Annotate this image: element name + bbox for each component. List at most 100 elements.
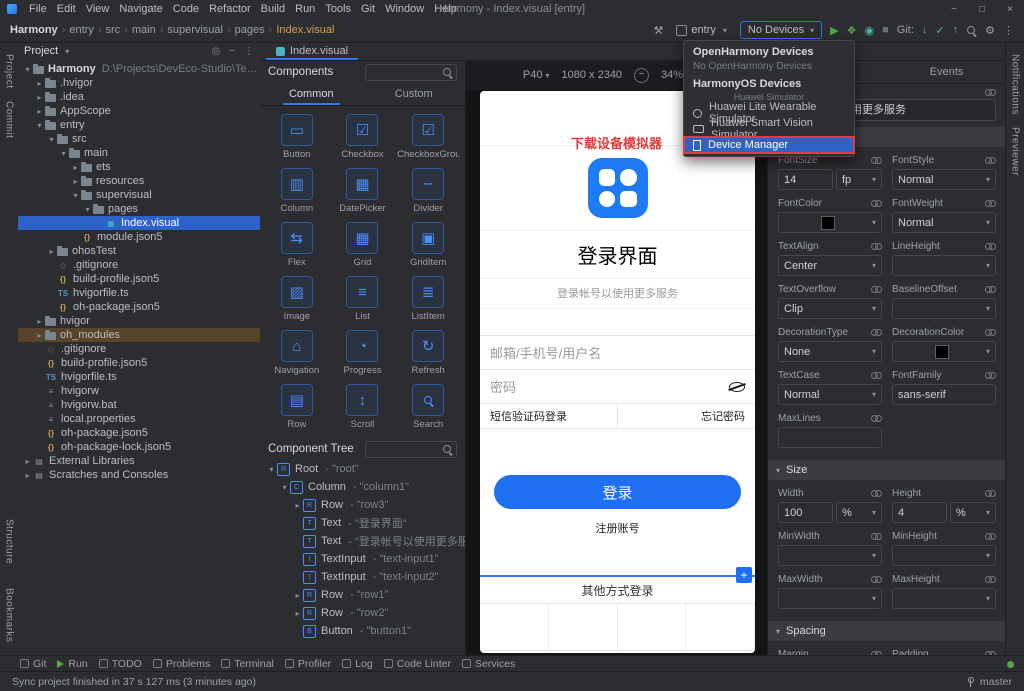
menu-tools[interactable]: Tools <box>320 3 356 15</box>
link-icon[interactable] <box>871 372 882 379</box>
baselineoffset-select[interactable]: ▾ <box>892 298 996 319</box>
component-grid[interactable]: ▦Grid <box>330 222 396 268</box>
tree-arrow-icon[interactable]: ▸ <box>292 501 303 510</box>
phone-preview[interactable]: 登录界面 登录帐号以使用更多服务 邮箱/手机号/用户名 密码 短信验证码登录 忘… <box>480 91 755 653</box>
link-icon[interactable] <box>985 157 996 164</box>
login-title-text[interactable]: 登录界面 <box>480 231 755 278</box>
tree-arrow-icon[interactable]: ▸ <box>34 93 45 102</box>
tree-arrow-icon[interactable]: ▾ <box>46 135 57 144</box>
section-spacing[interactable]: ▾Spacing <box>768 621 1006 641</box>
collapse-all-icon[interactable]: − <box>229 46 235 57</box>
tool-window-button-problems[interactable]: Problems <box>153 658 210 670</box>
menu-window[interactable]: Window <box>380 3 429 15</box>
textoverflow-select[interactable]: Clip▾ <box>778 298 882 319</box>
width-unit-select[interactable]: %▾ <box>836 502 882 523</box>
tool-window-project[interactable]: Project <box>4 54 15 89</box>
fontcolor-picker[interactable]: ▾ <box>778 212 882 233</box>
component-refresh[interactable]: ↻Refresh <box>395 330 461 376</box>
debug-button[interactable]: ❖ <box>847 24 857 37</box>
project-tree-item-resources[interactable]: ▸resources <box>18 174 260 188</box>
link-icon[interactable] <box>871 329 882 336</box>
profiler-button[interactable]: ◉ <box>865 24 875 37</box>
locate-file-icon[interactable]: ◎ <box>211 46 220 57</box>
decorationcolor-picker[interactable]: ▾ <box>892 341 996 362</box>
tree-arrow-icon[interactable]: ▸ <box>70 177 81 186</box>
username-input[interactable]: 邮箱/手机号/用户名 <box>480 335 755 370</box>
tree-arrow-icon[interactable]: ▸ <box>70 163 81 172</box>
project-tree-item-build-profile-json5[interactable]: {}build-profile.json5 <box>18 356 260 370</box>
tree-arrow-icon[interactable]: ▾ <box>82 205 93 214</box>
component-tree-item-text[interactable]: TText- "登录界面" <box>260 514 465 532</box>
component-tree-item-row[interactable]: ▸RRow- "row1" <box>260 586 465 604</box>
component-datepicker[interactable]: ▦DatePicker <box>330 168 396 214</box>
tool-window-button-git[interactable]: Git <box>20 658 46 670</box>
component-progress[interactable]: ◔Progress <box>330 330 396 376</box>
project-tree-item-harmony[interactable]: ▾HarmonyD:\Projects\DevEco-Studio\Test-P… <box>18 62 260 76</box>
minwidth-select[interactable]: ▾ <box>778 545 882 566</box>
width-value-input[interactable]: 100 <box>778 502 833 523</box>
link-icon[interactable] <box>985 576 996 583</box>
menu-run[interactable]: Run <box>290 3 320 15</box>
project-tree-item-module-json5[interactable]: {}module.json5 <box>18 230 260 244</box>
git-branch-widget[interactable]: master <box>967 676 1012 688</box>
menu-code[interactable]: Code <box>168 3 204 15</box>
git-push-button[interactable]: ↑ <box>953 24 959 36</box>
project-tree-item-idea[interactable]: ▸.idea <box>18 90 260 104</box>
textalign-select[interactable]: Center▾ <box>778 255 882 276</box>
tree-arrow-icon[interactable]: ▾ <box>266 465 277 474</box>
maxwidth-select[interactable]: ▾ <box>778 588 882 609</box>
git-commit-button[interactable]: ✓ <box>935 24 944 37</box>
fontstyle-select[interactable]: Normal▾ <box>892 169 996 190</box>
tree-arrow-icon[interactable]: ▾ <box>70 191 81 200</box>
component-navigation[interactable]: ⌂Navigation <box>264 330 330 376</box>
project-tree-item-oh-package-json5[interactable]: {}oh-package.json5 <box>18 300 260 314</box>
link-icon[interactable] <box>871 286 882 293</box>
link-icon[interactable] <box>985 533 996 540</box>
tool-window-button-terminal[interactable]: Terminal <box>221 658 274 670</box>
component-image[interactable]: ▨Image <box>264 276 330 322</box>
project-tree-item-local-properties[interactable]: ≡local.properties <box>18 412 260 426</box>
tree-arrow-icon[interactable]: ▾ <box>279 483 290 492</box>
tool-window-button-profiler[interactable]: Profiler <box>285 658 331 670</box>
maximize-icon[interactable]: □ <box>968 0 996 18</box>
tree-arrow-icon[interactable]: ▸ <box>22 471 33 480</box>
link-icon[interactable] <box>871 200 882 207</box>
project-tree-item-build-profile-json5[interactable]: {}build-profile.json5 <box>18 272 260 286</box>
project-tree-item-ets[interactable]: ▸ets <box>18 160 260 174</box>
minheight-select[interactable]: ▾ <box>892 545 996 566</box>
tree-arrow-icon[interactable]: ▸ <box>292 591 303 600</box>
project-tree-item-appscope[interactable]: ▸AppScope <box>18 104 260 118</box>
project-tree-item-pages[interactable]: ▾pages <box>18 202 260 216</box>
component-search[interactable]: Search <box>395 384 461 430</box>
height-unit-select[interactable]: %▾ <box>950 502 996 523</box>
maxlines-input[interactable] <box>778 427 882 448</box>
project-tree-item-ohostest[interactable]: ▸ohosTest <box>18 244 260 258</box>
menu-edit[interactable]: Edit <box>52 3 81 15</box>
component-tree-item-textinput[interactable]: ITextInput- "text-input2" <box>260 568 465 586</box>
menu-git[interactable]: Git <box>356 3 380 15</box>
tree-arrow-icon[interactable]: ▸ <box>292 609 303 618</box>
tool-window-button-run[interactable]: Run <box>57 658 87 670</box>
login-subtitle-text[interactable]: 登录帐号以使用更多服务 <box>480 278 755 309</box>
link-icon[interactable] <box>871 157 882 164</box>
link-icon[interactable] <box>871 243 882 250</box>
link-icon[interactable] <box>985 243 996 250</box>
project-tree-item-supervisual[interactable]: ▾supervisual <box>18 188 260 202</box>
project-tree-item-hvigorw-bat[interactable]: ≡hvigorw.bat <box>18 398 260 412</box>
component-listitem[interactable]: ≣ListItem <box>395 276 461 322</box>
component-flex[interactable]: ⇆Flex <box>264 222 330 268</box>
project-tree-item-main[interactable]: ▾main <box>18 146 260 160</box>
project-tree-item-hvigorfile-ts[interactable]: TShvigorfile.ts <box>18 370 260 384</box>
link-icon[interactable] <box>871 576 882 583</box>
component-tree-item-root[interactable]: ▾RRoot- "root" <box>260 460 465 478</box>
project-tree-item-entry[interactable]: ▾entry <box>18 118 260 132</box>
search-icon[interactable] <box>966 25 977 36</box>
project-tree-item-gitignore[interactable]: ◇.gitignore <box>18 342 260 356</box>
component-checkbox[interactable]: ☑Checkbox <box>330 114 396 160</box>
tab-events[interactable]: Events <box>887 61 1006 83</box>
tool-window-commit[interactable]: Commit <box>4 101 15 138</box>
component-row[interactable]: ▤Row <box>264 384 330 430</box>
breadcrumb-src[interactable]: src <box>104 24 123 36</box>
tool-window-structure[interactable]: Structure <box>4 519 15 564</box>
project-tree-item-oh-modules[interactable]: ▸oh_modules <box>18 328 260 342</box>
